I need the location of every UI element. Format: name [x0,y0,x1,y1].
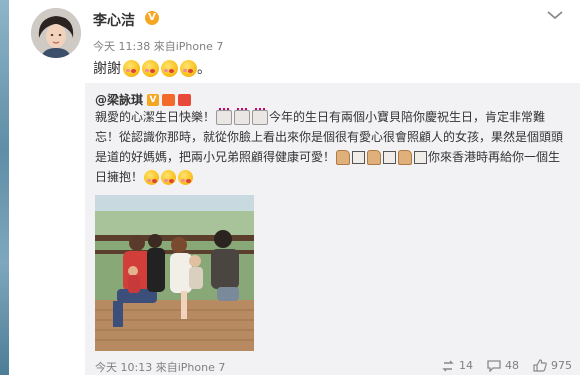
kiss-emoji-icon [123,59,140,77]
post-time[interactable]: 今天 11:38 [93,40,150,53]
post-author-name[interactable]: 李心洁 [93,10,135,30]
kiss-emoji-icon [161,170,177,185]
kiss-emoji-icon [178,170,194,185]
placeholder-emoji-icon [383,151,397,164]
thumbs-up-icon [533,359,547,372]
like-button[interactable]: 975 [533,359,572,372]
placeholder-emoji-icon [414,151,428,164]
repost-text-part1: 親愛的心潔生日快樂！ [95,110,216,124]
comment-count: 48 [505,359,519,372]
comment-icon [487,359,501,372]
repost-author-name[interactable]: @梁詠琪 [95,91,143,108]
weibo-post-card: 李心洁 V 今天 11:38 來自iPhone 7 謝謝 。 @梁詠琪 V 親愛… [9,0,580,375]
placeholder-emoji-icon [352,151,366,164]
background-strip [0,0,9,375]
post-meta: 今天 11:38 來自iPhone 7 [93,38,223,54]
kiss-emoji-icon [142,59,159,77]
like-count: 975 [551,359,572,372]
repost-actions: 14 48 975 [427,359,572,372]
chevron-down-icon[interactable] [546,8,564,22]
cake-icon [216,108,233,125]
comment-button[interactable]: 48 [487,359,519,372]
thumbs-up-icon [367,150,382,165]
post-text: 謝謝 。 [93,58,211,78]
verified-badge: V [145,11,159,25]
repost-icon [442,360,454,371]
thumbs-up-icon [336,150,351,165]
repost-source: 來自iPhone 7 [155,361,226,374]
thumbs-up-icon [398,150,413,165]
repost-meta: 今天 10:13 來自iPhone 7 [95,359,225,375]
member-badge-icon [178,93,192,106]
period-mark: 。 [197,61,211,77]
avatar[interactable] [31,8,81,58]
repost-header: @梁詠琪 V [95,91,192,108]
cake-icon [234,108,251,125]
cake-icon [252,108,269,125]
kiss-emoji-icon [180,59,197,77]
reposted-weibo[interactable]: @梁詠琪 V 親愛的心潔生日快樂！ 今年的生日有兩個小寶貝陪你慶祝生日，肯定非常難… [85,83,580,375]
repost-count: 14 [459,359,473,372]
repost-text: 親愛的心潔生日快樂！ 今年的生日有兩個小寶貝陪你慶祝生日，肯定非常難忘！從認識你那… [95,107,565,187]
attached-photo[interactable] [95,195,254,351]
kiss-emoji-icon [144,170,160,185]
repost-time[interactable]: 今天 10:13 [95,361,152,374]
member-badge-icon [162,93,176,106]
post-source: 來自iPhone 7 [153,40,224,53]
post-text-content: 謝謝 [93,61,121,77]
repost-button[interactable]: 14 [441,359,473,372]
kiss-emoji-icon [161,59,178,77]
verified-badge: V [147,93,160,106]
